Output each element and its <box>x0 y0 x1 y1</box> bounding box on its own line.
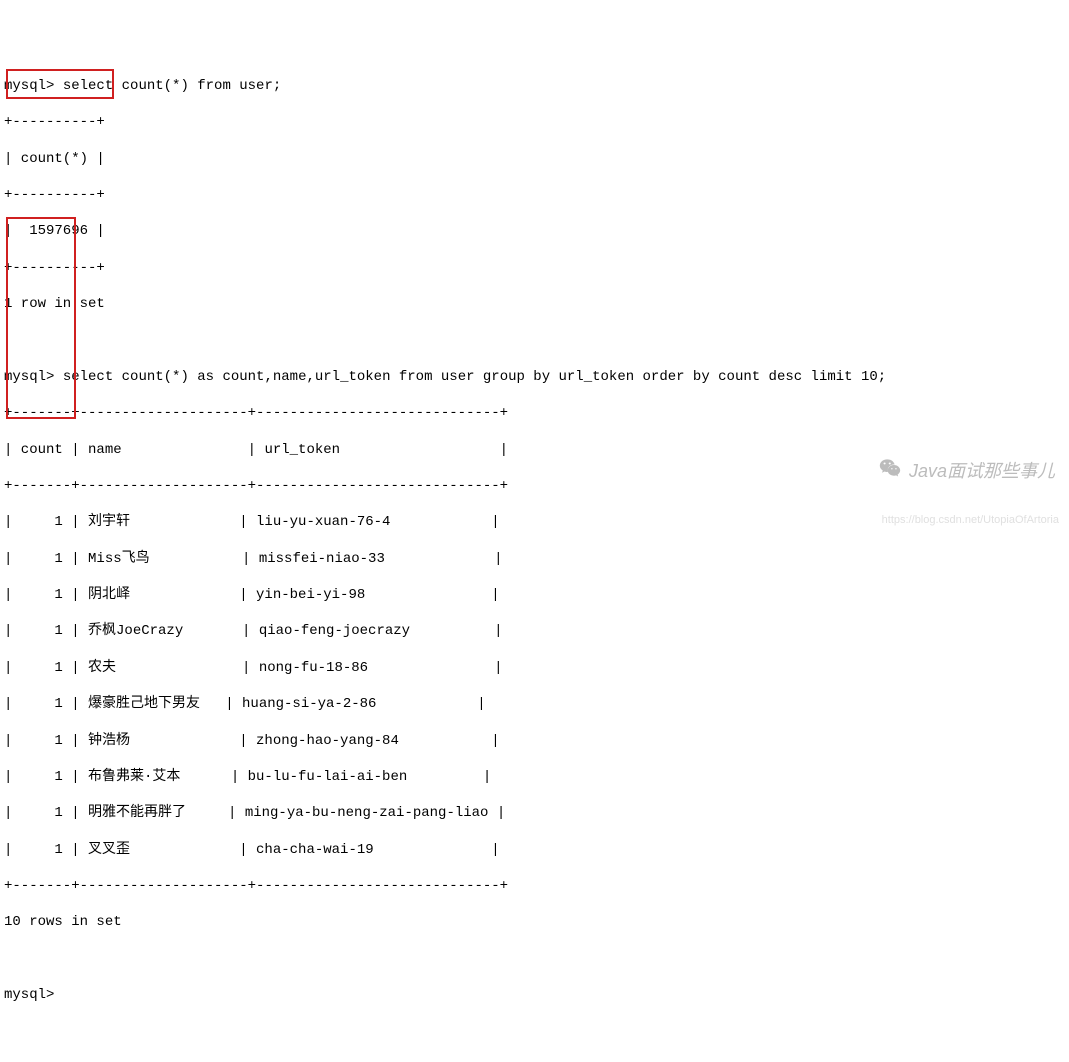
table-row: | 1 | 爆豪胜己地下男友 | huang-si-ya-2-86 | <box>4 695 1065 713</box>
table-row: | 1 | 明雅不能再胖了 | ming-ya-bu-neng-zai-pang… <box>4 804 1065 822</box>
result1-row: | 1597696 | <box>4 222 1065 240</box>
prompt-line-1: mysql> select count(*) from user; <box>4 77 1065 95</box>
table-row: | 1 | 农夫 | nong-fu-18-86 | <box>4 659 1065 677</box>
border1-top: +----------+ <box>4 113 1065 131</box>
wechat-icon <box>857 434 909 509</box>
highlight-count-column <box>6 217 76 419</box>
header1: | count(*) | <box>4 150 1065 168</box>
prompt2: mysql> <box>4 369 54 385</box>
table-row: | 1 | Miss飞鸟 | missfei-niao-33 | <box>4 550 1065 568</box>
watermark: Java面试那些事儿 <box>857 434 1055 509</box>
prompt: mysql> <box>4 78 54 94</box>
table-row: | 1 | 乔枫JoeCrazy | qiao-feng-joecrazy | <box>4 622 1065 640</box>
watermark-text: Java面试那些事儿 <box>909 460 1055 483</box>
query1: select count(*) from user; <box>63 78 281 94</box>
prompt-line-3[interactable]: mysql> <box>4 986 1065 1004</box>
summary2: 10 rows in set <box>4 913 1065 931</box>
summary1: 1 row in set <box>4 295 1065 313</box>
table-row: | 1 | 布鲁弗莱·艾本 | bu-lu-fu-lai-ai-ben | <box>4 768 1065 786</box>
blank1 <box>4 331 1065 349</box>
query2: select count(*) as count,name,url_token … <box>63 369 886 385</box>
sub-watermark: https://blog.csdn.net/UtopiaOfArtoria <box>882 513 1059 527</box>
prompt-line-2: mysql> select count(*) as count,name,url… <box>4 368 1065 386</box>
blank2 <box>4 950 1065 968</box>
table-row: | 1 | 阴北峄 | yin-bei-yi-98 | <box>4 586 1065 604</box>
table-row: | 1 | 钟浩杨 | zhong-hao-yang-84 | <box>4 732 1065 750</box>
border1-mid: +----------+ <box>4 186 1065 204</box>
border1-bot: +----------+ <box>4 259 1065 277</box>
prompt3: mysql> <box>4 987 54 1003</box>
table-row: | 1 | 叉叉歪 | cha-cha-wai-19 | <box>4 841 1065 859</box>
border2-top: +-------+--------------------+----------… <box>4 404 1065 422</box>
border2-bot: +-------+--------------------+----------… <box>4 877 1065 895</box>
